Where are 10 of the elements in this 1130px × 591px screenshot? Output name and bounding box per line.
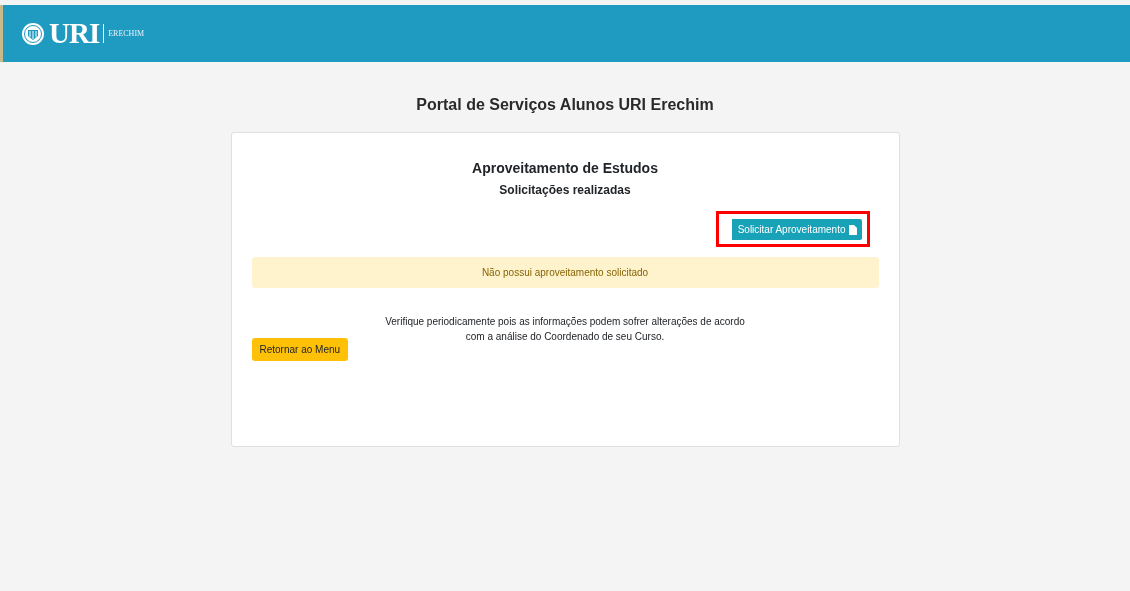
back-to-menu-button[interactable]: Retornar ao Menu [251,338,349,361]
page-title: Portal de Serviços Alunos URI Erechim [416,96,714,114]
card-title: Aproveitamento de Estudos [471,160,659,176]
document-icon [848,224,857,235]
campus-label: ERECHIM [103,24,145,43]
card-subtitle: Solicitações realizadas [498,183,632,197]
empty-alert: Não possui aproveitamento solicitado [251,257,879,288]
info-note: Verifique periodicamente pois as informações podem sofrer alterações de acordo com a análise do Coordenado de seu Curso. [384,315,746,344]
seal-icon [21,21,45,46]
logo-text: URI [49,17,100,50]
